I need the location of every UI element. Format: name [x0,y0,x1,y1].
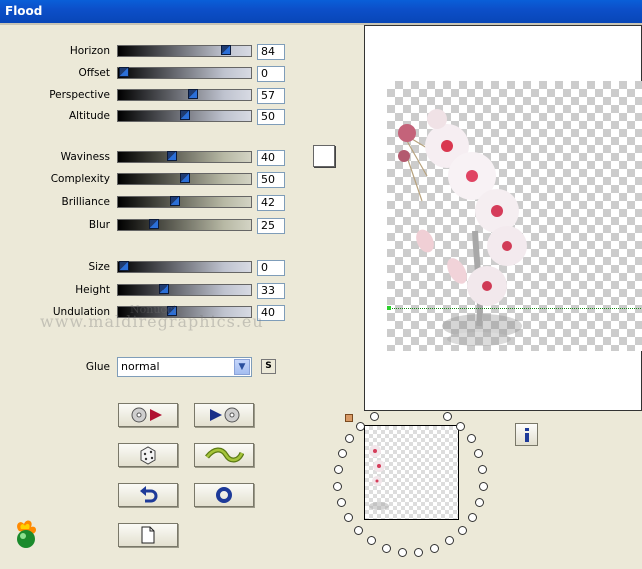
preset-slot[interactable] [343,512,353,522]
horizon-guide-line [387,308,642,309]
preset-slot[interactable] [345,434,355,444]
slider-horizon[interactable] [117,45,252,57]
slider-complexity[interactable] [117,173,252,185]
value-field-horizon[interactable]: 84 [257,44,285,60]
wave-button[interactable] [194,443,254,467]
preset-slot[interactable] [466,434,476,444]
param-label-complexity: Complexity [50,173,110,185]
window-title: Flood [5,4,43,18]
preset-slot[interactable] [336,497,346,507]
slider-thumb-complexity[interactable] [179,173,190,183]
preset-slot[interactable] [445,536,455,546]
param-label-height: Height [75,284,110,296]
param-label-horizon: Horizon [69,45,110,57]
glue-label: Glue [85,361,110,373]
param-label-size: Size [88,261,110,273]
slider-perspective[interactable] [117,89,252,101]
preset-slot[interactable] [458,526,468,536]
preset-slot[interactable] [474,448,484,458]
preset-start-marker[interactable] [345,414,353,422]
info-button[interactable] [515,423,538,446]
preset-slot[interactable] [381,543,391,553]
slider-thumb-horizon[interactable] [220,45,231,55]
random-button[interactable] [118,443,178,467]
param-label-blur: Blur [88,219,110,231]
prev-preset-button[interactable] [118,403,178,427]
value-field-size[interactable]: 0 [257,260,285,276]
watermark-url: www.maldiregraphics.eu [40,312,264,331]
preset-slot[interactable] [333,465,343,475]
document-icon [141,526,155,544]
param-label-brilliance: Brilliance [61,196,110,208]
value-field-waviness[interactable]: 40 [257,150,285,166]
slider-altitude[interactable] [117,110,252,122]
undo-button[interactable] [118,483,178,507]
disc-left-arrow-icon [131,407,162,423]
info-icon [524,427,529,442]
chevron-down-icon[interactable]: ▼ [234,359,250,375]
ring-icon [216,487,232,503]
slider-size[interactable] [117,261,252,273]
slider-thumb-altitude[interactable] [179,110,190,120]
wave-icon [205,447,244,463]
preset-slot[interactable] [468,512,478,522]
param-label-altitude: Altitude [68,110,110,122]
copy-button[interactable] [118,523,178,547]
preset-slot[interactable] [397,547,407,557]
preview-panel[interactable] [364,25,642,411]
undo-arrow-icon [140,486,158,503]
preset-slot[interactable] [442,411,452,421]
param-label-perspective: Perspective [49,89,110,101]
slider-waviness[interactable] [117,151,252,163]
preset-slot[interactable] [353,526,363,536]
slider-thumb-waviness[interactable] [167,151,178,161]
preset-slot[interactable] [356,421,366,431]
param-label-waviness: Waviness [60,151,110,163]
flower-image [398,109,527,346]
preset-slot[interactable] [478,481,488,491]
slider-thumb-height[interactable] [158,284,169,294]
dice-icon [140,446,156,465]
preset-slot[interactable] [333,481,343,491]
thumbnail-canvas [365,426,458,519]
app-logo-icon [17,520,37,548]
preset-slot[interactable] [455,421,465,431]
slider-blur[interactable] [117,219,252,231]
title-bar: Flood [0,0,642,23]
param-label-offset: Offset [78,67,110,79]
slider-height[interactable] [117,284,252,296]
slider-offset[interactable] [117,67,252,79]
slider-thumb-brilliance[interactable] [169,196,180,206]
thumbnail-flower-image [369,445,389,510]
reset-button[interactable] [194,483,254,507]
slider-thumb-blur[interactable] [149,219,160,229]
value-field-brilliance[interactable]: 42 [257,195,285,211]
preview-canvas [387,81,642,351]
slider-brilliance[interactable] [117,196,252,208]
horizon-guide-handle[interactable] [387,306,391,310]
preset-slot[interactable] [478,465,488,475]
value-field-height[interactable]: 33 [257,283,285,299]
color-swatch[interactable] [313,145,335,167]
preset-slot[interactable] [366,536,376,546]
thumbnail-preview[interactable] [364,425,459,520]
value-field-complexity[interactable]: 50 [257,172,285,188]
slider-thumb-perspective[interactable] [187,89,198,99]
play-disc-icon [210,407,240,423]
value-field-offset[interactable]: 0 [257,66,285,82]
preset-slot[interactable] [475,497,485,507]
slider-thumb-offset[interactable] [119,67,129,77]
glue-select[interactable]: normal ▼ [117,357,252,377]
glue-select-value: normal [121,360,160,373]
glue-s-button[interactable]: S [261,359,276,374]
preset-slot[interactable] [430,543,440,553]
slider-thumb-size[interactable] [119,261,129,271]
preset-slot[interactable] [414,547,424,557]
value-field-perspective[interactable]: 57 [257,88,285,104]
value-field-blur[interactable]: 25 [257,218,285,234]
next-preset-button[interactable] [194,403,254,427]
preset-slot[interactable] [337,448,347,458]
value-field-altitude[interactable]: 50 [257,109,285,125]
preset-slot[interactable] [369,411,379,421]
